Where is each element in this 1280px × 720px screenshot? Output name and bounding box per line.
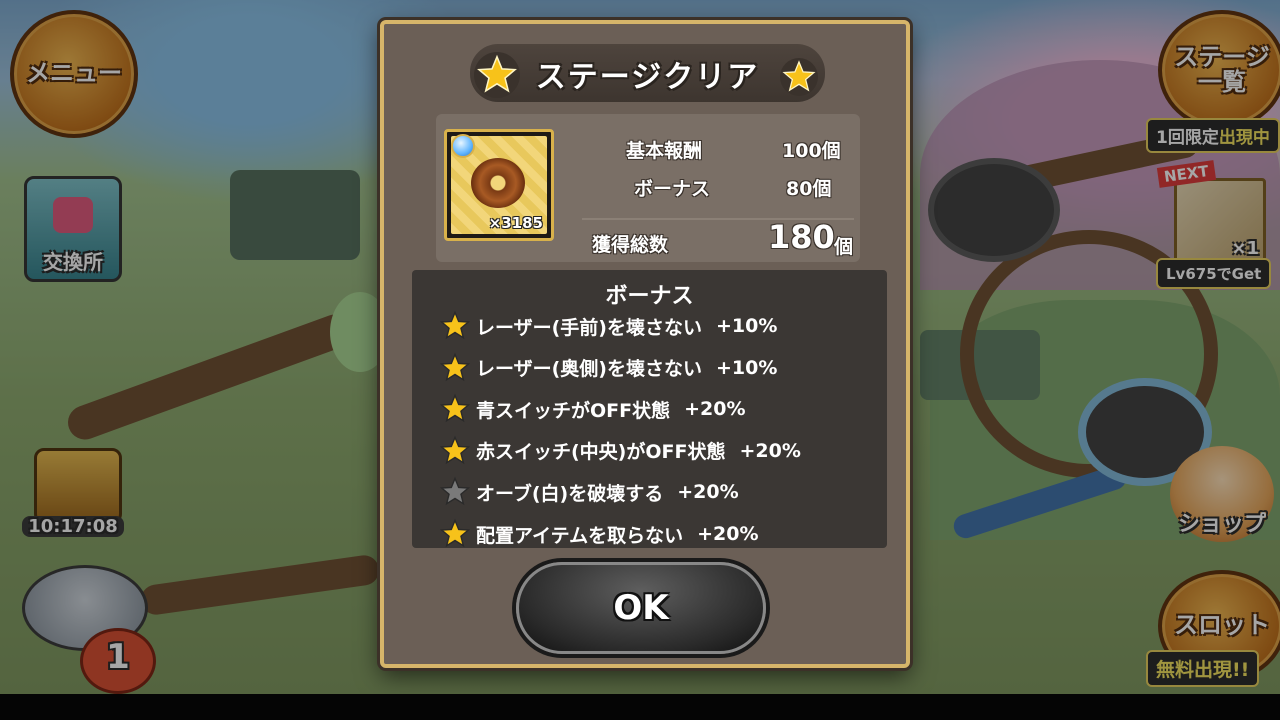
bonus-row: 青スイッチがOFF状態 +20%	[438, 391, 746, 427]
reward-value: 80個	[786, 178, 832, 200]
bottom-bar	[0, 694, 1280, 720]
bonus-row: 赤スイッチ(中央)がOFF状態 +20%	[438, 433, 801, 469]
total-label: 獲得総数	[592, 234, 669, 256]
donut-icon	[471, 158, 525, 208]
bonus-row: オーブ(白)を破壊する +20%	[438, 474, 739, 510]
reward-label: ボーナス	[634, 178, 711, 200]
star-icon	[439, 310, 471, 340]
bonus-percent: +20%	[684, 398, 746, 421]
total-value: 180	[768, 218, 835, 256]
star-icon	[439, 393, 471, 423]
bonus-label: レーザー(手前)を壊さない	[476, 316, 702, 339]
reward-summary: ×3185 基本報酬 100個 ボーナス 80個 獲得総数 180 個	[436, 114, 860, 262]
total-unit: 個	[834, 236, 854, 258]
title-plate: ステージクリア	[470, 44, 825, 102]
bonus-row: 配置アイテムを取らない +20%	[438, 516, 759, 552]
reward-item: ×3185	[444, 129, 554, 241]
bonus-label: 赤スイッチ(中央)がOFF状態	[476, 441, 726, 464]
bonus-percent: +10%	[716, 356, 778, 379]
bonus-percent: +20%	[739, 439, 801, 462]
bonus-title: ボーナス	[605, 284, 694, 309]
star-icon	[439, 435, 471, 465]
bonus-row: レーザー(奥側)を壊さない +10%	[438, 350, 777, 386]
star-empty-icon	[439, 477, 471, 506]
stage-clear-dialog: ステージクリア ×3185 基本報酬 100個 ボーナス 80個 獲得総数 18…	[380, 20, 910, 668]
bonus-panel: ボーナス レーザー(手前)を壊さない +10% レーザー(奥側)を壊さない +10% 青…	[412, 270, 887, 548]
bonus-label: レーザー(奥側)を壊さない	[476, 358, 702, 381]
item-owned-count: ×3185	[488, 214, 543, 232]
bonus-label: オーブ(白)を破壊する	[476, 482, 664, 505]
star-icon	[439, 518, 471, 548]
bonus-percent: +20%	[697, 523, 759, 545]
bonus-row: レーザー(手前)を壊さない +10%	[438, 308, 777, 344]
bonus-percent: +10%	[716, 315, 778, 337]
reward-label: 基本報酬	[626, 140, 703, 162]
dialog-title: ステージクリア	[535, 60, 760, 95]
reward-value: 100個	[782, 140, 841, 162]
ok-label: OK	[613, 588, 669, 628]
bonus-label: 配置アイテムを取らない	[476, 524, 684, 547]
gem-badge-icon	[451, 134, 475, 158]
bonus-label: 青スイッチがOFF状態	[476, 399, 671, 422]
star-icon	[439, 352, 471, 381]
ok-button[interactable]: OK	[516, 562, 766, 654]
star-icon	[474, 52, 520, 98]
star-icon	[780, 58, 818, 96]
bonus-percent: +20%	[677, 481, 739, 504]
